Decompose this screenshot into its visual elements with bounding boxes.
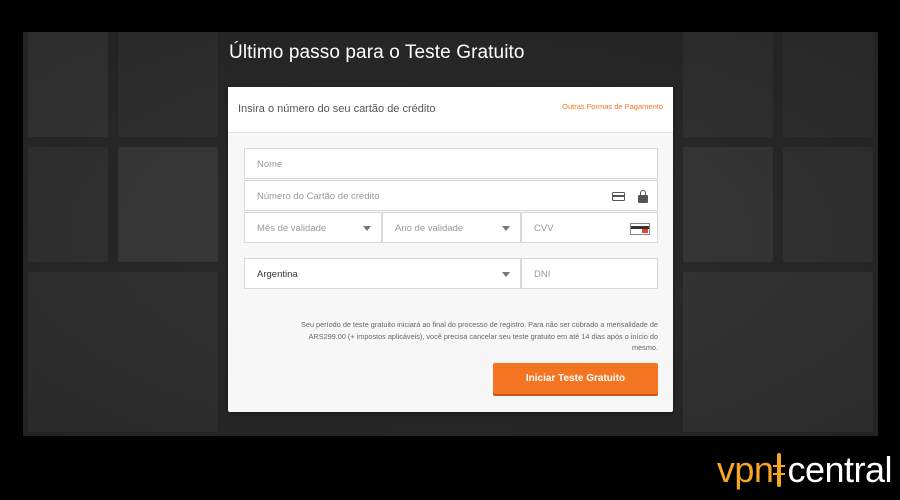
credit-card-icon [612,192,625,201]
card-instruction: Insira o número do seu cartão de crédito [238,103,436,115]
payment-card: Insira o número do seu cartão de crédito… [228,87,673,412]
country-select[interactable]: Argentina [244,258,521,289]
name-placeholder: Nome [257,159,283,170]
watermark-central: central [787,449,892,490]
trial-disclaimer: Seu período de teste gratuito iniciará a… [301,320,658,352]
card-header: Insira o número do seu cartão de crédito… [228,87,673,133]
chevron-down-icon [363,226,371,231]
alt-payment-link[interactable]: Outras Formas de Pagamento [562,102,663,111]
exp-month-select[interactable]: Mês de validade [244,212,382,243]
country-value: Argentina [257,269,298,280]
chevron-down-icon [502,272,510,277]
card-number-field[interactable]: Número do Cartão de crédito [244,180,658,211]
exp-year-select[interactable]: Ano de validade [382,212,521,243]
exp-month-placeholder: Mês de validade [257,223,327,234]
cvv-placeholder: CVV [534,223,554,234]
cvv-card-icon [630,223,650,235]
vpncentral-watermark: vpn central [716,449,893,490]
exp-year-placeholder: Ano de validade [395,223,464,234]
cvv-field[interactable]: CVV [521,212,658,243]
card-number-placeholder: Número do Cartão de crédito [257,191,380,202]
screen: Último passo para o Teste Gratuito Insir… [23,32,878,436]
name-field[interactable]: Nome [244,148,658,179]
watermark-vpn: vpn [716,449,774,490]
dni-placeholder: DNI [534,269,551,280]
dni-field[interactable]: DNI [521,258,658,289]
page-title: Último passo para o Teste Gratuito [229,42,525,63]
lock-icon [638,190,648,203]
chevron-down-icon [502,226,510,231]
watermark-mark-icon [773,453,786,487]
start-trial-button[interactable]: Iniciar Teste Gratuito [493,363,658,394]
